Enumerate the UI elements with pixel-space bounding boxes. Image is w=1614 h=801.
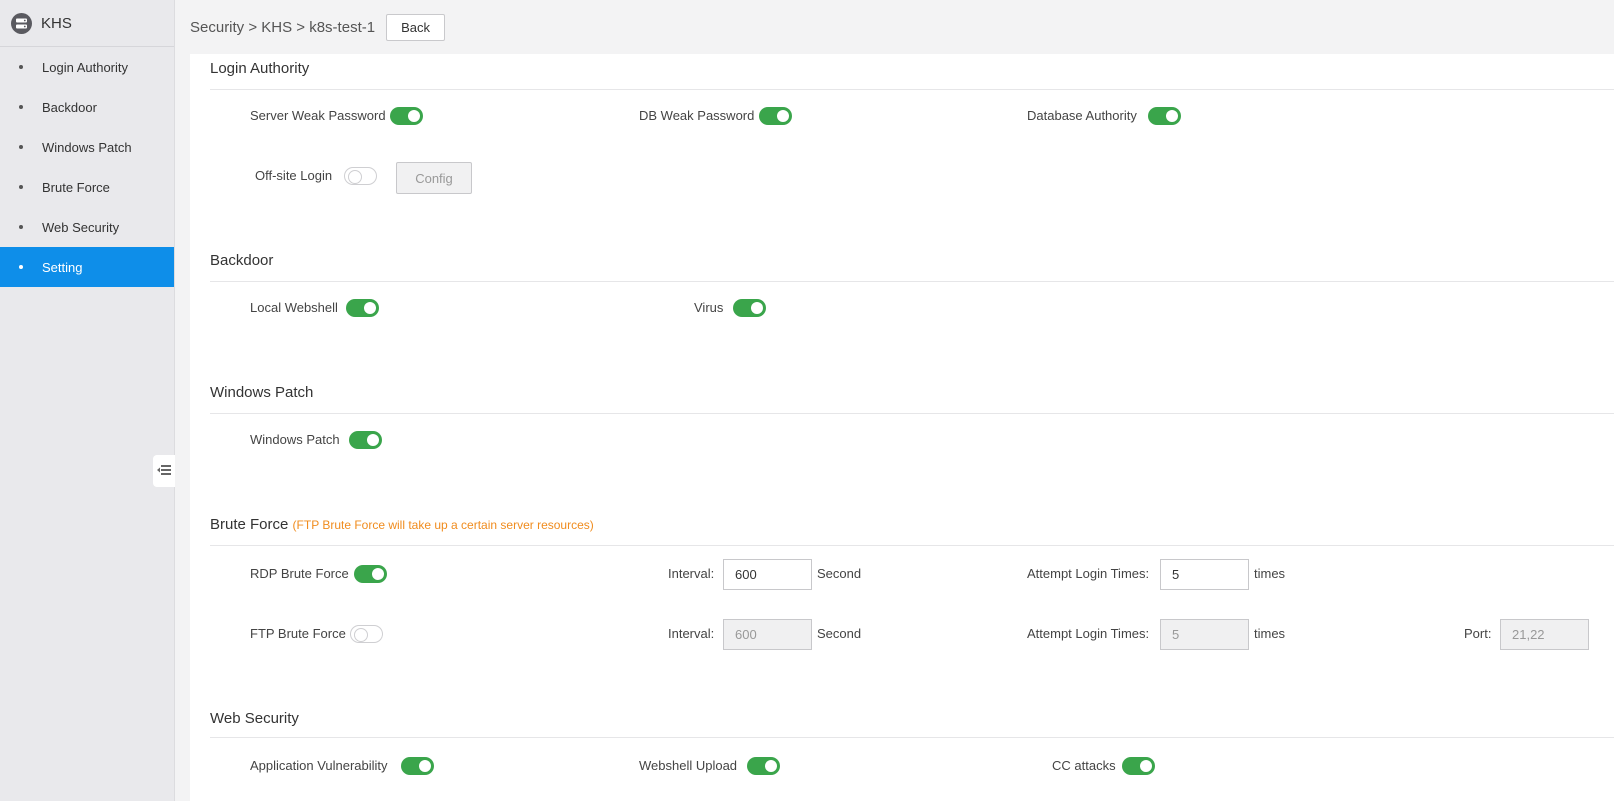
section-title-windows-patch: Windows Patch: [210, 384, 314, 401]
virus-label: Virus: [694, 300, 724, 315]
ftp-interval-unit: Second: [817, 626, 862, 641]
rdp-attempts-label: Attempt Login Times:: [1027, 566, 1150, 581]
collapse-sidebar-handle[interactable]: [153, 455, 175, 487]
bullet-icon: [19, 225, 23, 229]
offsite-login-toggle[interactable]: [344, 167, 377, 185]
webshell-upload-toggle[interactable]: [747, 757, 780, 775]
offsite-login-label: Off-site Login: [255, 168, 333, 183]
cc-attacks-label: CC attacks: [1052, 758, 1116, 773]
webshell-upload-label: Webshell Upload: [639, 758, 738, 773]
server-weak-password-toggle[interactable]: [390, 107, 423, 125]
sidebar-item-label: Backdoor: [42, 99, 97, 115]
local-webshell-label: Local Webshell: [250, 300, 338, 315]
sidebar-item-label: Windows Patch: [42, 139, 132, 155]
rdp-brute-force-toggle[interactable]: [354, 565, 387, 583]
ftp-port-label: Port:: [1464, 626, 1492, 641]
windows-patch-label: Windows Patch: [250, 432, 340, 447]
settings-panel: Login Authority Server Weak Password DB …: [190, 54, 1614, 801]
section-title-text: Brute Force: [210, 516, 289, 533]
windows-patch-toggle[interactable]: [349, 431, 382, 449]
sidebar-nav: Login Authority Backdoor Windows Patch B…: [0, 47, 174, 287]
ftp-brute-force-label: FTP Brute Force: [250, 626, 346, 641]
server-weak-password-label: Server Weak Password: [250, 108, 386, 123]
header: Security > KHS > k8s-test-1 Back: [175, 0, 1614, 54]
ftp-interval-input[interactable]: [723, 619, 812, 650]
rdp-interval-unit: Second: [817, 566, 862, 581]
sidebar-item-label: Setting: [42, 259, 83, 275]
section-title-web-security: Web Security: [210, 710, 299, 727]
db-weak-password-label: DB Weak Password: [639, 108, 755, 123]
back-button[interactable]: Back: [386, 13, 446, 41]
sidebar-item-login-authority[interactable]: Login Authority: [0, 47, 174, 87]
sidebar-item-label: Login Authority: [42, 59, 129, 75]
rdp-interval-label: Interval:: [668, 566, 715, 581]
cc-attacks-toggle[interactable]: [1122, 757, 1155, 775]
breadcrumb: Security > KHS > k8s-test-1: [190, 18, 376, 36]
divider: [210, 89, 1614, 90]
bullet-icon: [19, 185, 23, 189]
application-vulnerability-toggle[interactable]: [401, 757, 434, 775]
brute-force-note: (FTP Brute Force will take up a certain …: [292, 518, 594, 532]
rdp-attempts-input[interactable]: [1160, 559, 1249, 590]
ftp-interval-label: Interval:: [668, 626, 715, 641]
bullet-icon: [19, 105, 23, 109]
app-title: KHS: [41, 14, 72, 32]
local-webshell-toggle[interactable]: [346, 299, 379, 317]
config-button[interactable]: Config: [396, 162, 472, 194]
section-title-brute-force: Brute Force (FTP Brute Force will take u…: [210, 516, 594, 533]
sidebar-item-backdoor[interactable]: Backdoor: [0, 87, 174, 127]
ftp-port-input[interactable]: [1500, 619, 1589, 650]
database-authority-label: Database Authority: [1027, 108, 1137, 123]
section-title-login-authority: Login Authority: [210, 60, 310, 77]
rdp-interval-input[interactable]: [723, 559, 812, 590]
server-icon: [11, 12, 32, 34]
virus-toggle[interactable]: [733, 299, 766, 317]
rdp-brute-force-label: RDP Brute Force: [250, 566, 349, 581]
ftp-attempts-label: Attempt Login Times:: [1027, 626, 1150, 641]
sidebar-item-label: Brute Force: [42, 179, 110, 195]
database-authority-toggle[interactable]: [1148, 107, 1181, 125]
sidebar-item-setting[interactable]: Setting: [0, 247, 174, 287]
divider: [210, 545, 1614, 546]
brand: KHS: [0, 0, 174, 47]
sidebar-item-label: Web Security: [42, 219, 120, 235]
bullet-icon: [19, 265, 23, 269]
db-weak-password-toggle[interactable]: [759, 107, 792, 125]
divider: [210, 413, 1614, 414]
ftp-brute-force-toggle[interactable]: [350, 625, 383, 643]
divider: [210, 281, 1614, 282]
ftp-attempts-unit: times: [1254, 626, 1286, 641]
rdp-attempts-unit: times: [1254, 566, 1286, 581]
section-title-backdoor: Backdoor: [210, 252, 274, 269]
sidebar: KHS Login Authority Backdoor Windows Pat…: [0, 0, 175, 801]
sidebar-item-web-security[interactable]: Web Security: [0, 207, 174, 247]
ftp-attempts-input[interactable]: [1160, 619, 1249, 650]
bullet-icon: [19, 65, 23, 69]
sidebar-item-windows-patch[interactable]: Windows Patch: [0, 127, 174, 167]
divider: [210, 737, 1614, 738]
sidebar-item-brute-force[interactable]: Brute Force: [0, 167, 174, 207]
application-vulnerability-label: Application Vulnerability: [250, 758, 388, 773]
bullet-icon: [19, 145, 23, 149]
menu-collapse-icon: [157, 464, 171, 479]
